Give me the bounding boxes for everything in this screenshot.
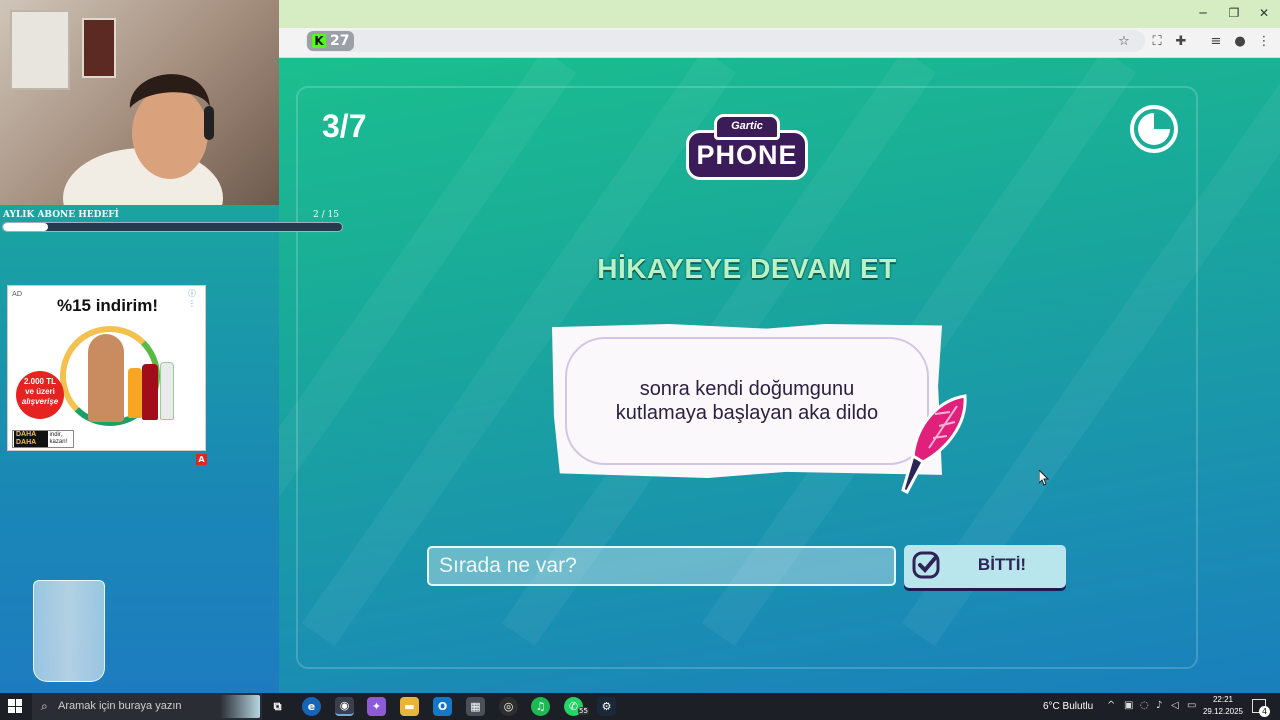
adchoice-icon[interactable]: A — [196, 454, 207, 465]
close-window-button[interactable]: ✕ — [1254, 6, 1274, 20]
cursor-icon — [1039, 470, 1049, 486]
done-button-label: BİTTİ! — [977, 555, 1027, 574]
browser-title-bar: ─ ❐ ✕ — [279, 0, 1280, 28]
star-icon[interactable]: ☆ — [1116, 34, 1132, 50]
whatsapp-badge: 55 — [578, 707, 589, 715]
notification-count: 4 — [1259, 706, 1270, 717]
ad-brand-logo: DAHA DAHA indir, kazan! — [12, 430, 74, 448]
file-explorer-icon[interactable]: ▬ — [400, 697, 419, 716]
ad-bottle-lemon — [160, 362, 174, 420]
ad-cta: indir, kazan! — [49, 432, 68, 445]
menu-icon[interactable]: ⋮ — [1256, 34, 1272, 50]
taskbar-search[interactable]: ⌕ Aramak için buraya yazın — [32, 693, 262, 720]
weather-text[interactable]: 6°C Bulutlu — [1043, 701, 1093, 712]
profile-icon[interactable]: ● — [1232, 34, 1248, 50]
story-line-2: kutlamaya başlayan aka dildo — [615, 402, 879, 424]
sub-goal-label: AYLIK ABONE HEDEFİ — [3, 210, 119, 220]
streamer-image — [63, 74, 223, 205]
tray-network-off-icon[interactable]: ◌ — [1140, 700, 1149, 711]
sub-goal-count: 2 / 15 — [313, 210, 339, 220]
ad-brand-name: DAHA DAHA — [14, 431, 48, 447]
sub-goal-progress-fill — [3, 223, 49, 231]
spotify-icon[interactable]: ♫ — [531, 697, 550, 716]
edge-icon[interactable]: e — [302, 697, 321, 716]
address-bar[interactable] — [305, 30, 1145, 52]
answer-input[interactable] — [427, 546, 896, 586]
ad-banner[interactable]: AD ⓘ ⋮ %15 indirim! 2.000 TL ve üzeri al… — [7, 285, 206, 451]
search-icon: ⌕ — [41, 699, 48, 713]
glass-cup-image — [33, 580, 105, 682]
done-button[interactable]: BİTTİ! — [904, 545, 1066, 588]
media-queue-icon[interactable]: ≡ — [1208, 34, 1224, 50]
search-highlight-image — [220, 695, 260, 718]
ad-woman-image — [88, 334, 124, 422]
clock-time[interactable]: 22:21 — [1205, 695, 1241, 704]
network-icon[interactable]: ▭ — [1187, 700, 1196, 711]
story-line-1: sonra kendi doğumgunu — [639, 378, 855, 400]
story-text: sonra kendi doğumgunu kutlamaya başlayan… — [572, 377, 922, 425]
microphone-icon[interactable]: ♪ — [1156, 700, 1162, 711]
minimize-button[interactable]: ─ — [1193, 6, 1213, 20]
prompt-title: HİKAYEYE DEVAM ET — [597, 253, 897, 284]
quill-icon — [901, 394, 967, 494]
search-placeholder: Aramak için buraya yazın — [58, 700, 182, 712]
ad-bottle-cola — [142, 364, 158, 420]
copilot-icon[interactable]: ✦ — [367, 697, 386, 716]
screenshot-icon[interactable]: ⛶ — [1149, 34, 1165, 50]
kick-viewer-count: 27 — [330, 33, 350, 49]
logo-small-text: Gartic — [731, 120, 763, 132]
ad-price-badge: 2.000 TL ve üzeri alışverişe — [16, 371, 64, 419]
round-counter: 3/7 — [322, 108, 367, 144]
outlook-icon[interactable]: O — [433, 697, 452, 716]
tray-expand-icon[interactable]: ^ — [1107, 700, 1115, 711]
browser-address-row: K 27 ☆ ⛶ ✚ ≡ ● ⋮ — [279, 28, 1280, 58]
kick-icon: K — [312, 34, 326, 48]
webcam-feed — [0, 0, 279, 205]
obs-icon[interactable]: ◎ — [499, 697, 518, 716]
chrome-icon[interactable]: ◉ — [335, 697, 354, 716]
task-view-icon[interactable]: ⧉ — [268, 697, 287, 716]
extensions-icon[interactable]: ✚ — [1173, 34, 1189, 50]
tray-app-icon[interactable]: ▣ — [1124, 700, 1133, 711]
sub-goal-progress-bar — [2, 222, 343, 232]
logo-big-text: PHONE — [696, 140, 798, 170]
clock-date[interactable]: 29.12.2025 — [1200, 707, 1246, 716]
store-icon[interactable]: ▦ — [466, 697, 485, 716]
kick-extension-badge[interactable]: K 27 — [307, 31, 355, 51]
windows-start-icon[interactable] — [8, 699, 22, 713]
timer-icon — [1130, 105, 1178, 153]
volume-icon[interactable]: ◁ — [1171, 700, 1179, 711]
check-icon — [912, 551, 940, 579]
gartic-phone-logo: Gartic PHONE — [686, 110, 808, 186]
ad-bottle-orange — [128, 368, 142, 418]
steam-icon[interactable]: ⚙ — [597, 697, 616, 716]
ad-headline: %15 indirim! — [56, 296, 159, 315]
restore-button[interactable]: ❐ — [1224, 6, 1244, 20]
